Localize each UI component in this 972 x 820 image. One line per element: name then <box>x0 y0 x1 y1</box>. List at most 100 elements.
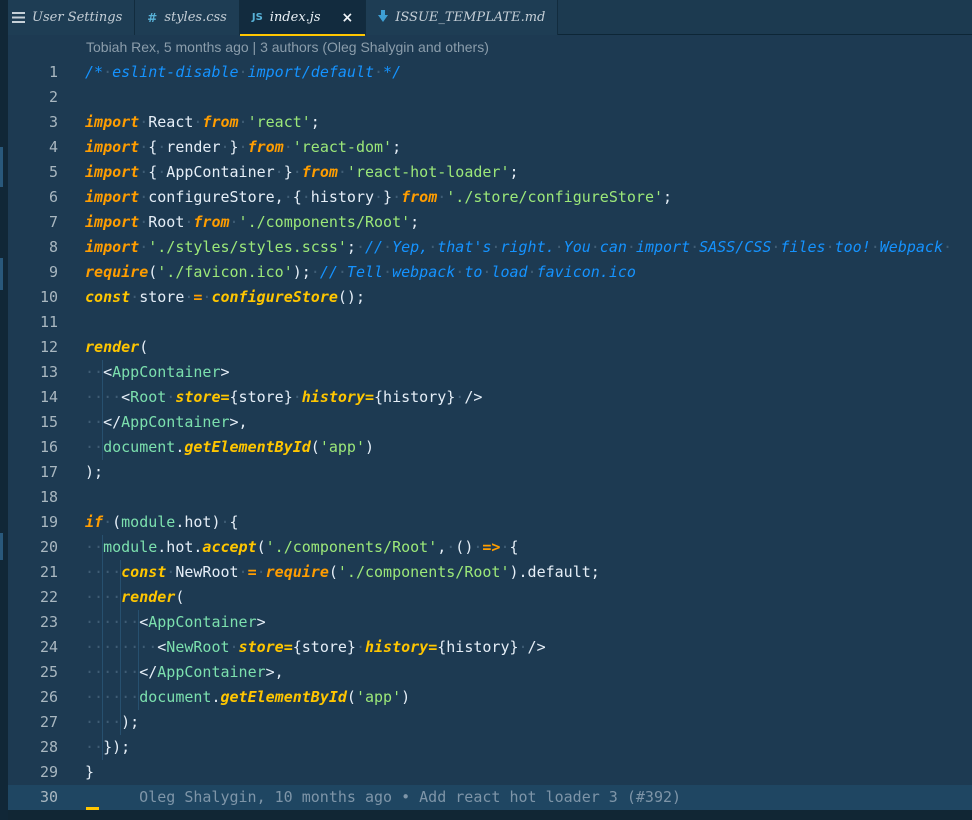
left-edge-strip <box>0 0 8 820</box>
line-number: 5 <box>8 160 58 185</box>
code-line-2[interactable]: 2 <box>8 85 972 110</box>
line-number: 2 <box>8 85 58 110</box>
line-number: 25 <box>8 660 58 685</box>
blame-annotation: Oleg Shalygin, 10 months ago • Add react… <box>85 788 681 806</box>
line-number: 21 <box>8 560 58 585</box>
code-text: ··</AppContainer>, <box>85 413 248 431</box>
code-text: ········<NewRoot·store={store}·history={… <box>85 638 546 656</box>
line-number: 1 <box>8 60 58 85</box>
tab-label: User Settings <box>32 10 122 25</box>
list-settings-icon <box>12 12 25 23</box>
code-editor-area[interactable]: 1/*·eslint-disable·import/default·*/23im… <box>8 60 972 810</box>
code-text: ··}); <box>85 738 130 756</box>
tab-label: styles.css <box>164 10 227 25</box>
line-number: 10 <box>8 285 58 310</box>
code-text: require('./favicon.ico');·//·Tell·webpac… <box>85 263 636 281</box>
line-number: 20 <box>8 535 58 560</box>
code-text: import·{·AppContainer·}·from·'react-hot-… <box>85 163 519 181</box>
code-text: if·(module.hot)·{ <box>85 513 239 531</box>
code-line-11[interactable]: 11 <box>8 310 972 335</box>
code-text: ··<AppContainer> <box>85 363 230 381</box>
code-text: ····); <box>85 713 139 731</box>
css-hash-icon: # <box>147 12 157 24</box>
code-line-8[interactable]: 8 import·'./styles/styles.scss';·//·Yep,·… <box>8 235 972 260</box>
code-line-24[interactable]: 24 ········<NewRoot·store={store}·history… <box>8 635 972 660</box>
code-line-30[interactable]: 30 Oleg Shalygin, 10 months ago • Add re… <box>8 785 972 810</box>
tab-user-settings[interactable]: User Settings <box>0 0 135 35</box>
code-line-5[interactable]: 5 import·{·AppContainer·}·from·'react-hot… <box>8 160 972 185</box>
line-number: 7 <box>8 210 58 235</box>
line-number: 9 <box>8 260 58 285</box>
code-line-1[interactable]: 1 /*·eslint-disable·import/default·*/ <box>8 60 972 85</box>
code-text: Oleg Shalygin, 10 months ago • Add react… <box>85 788 681 806</box>
code-line-9[interactable]: 9 require('./favicon.ico');·//·Tell·webpa… <box>8 260 972 285</box>
code-line-17[interactable]: 17); <box>8 460 972 485</box>
code-line-16[interactable]: 16··document.getElementById('app') <box>8 435 972 460</box>
bottom-strip <box>0 810 972 820</box>
code-text: ··module.hot.accept('./components/Root',… <box>85 538 519 556</box>
tab-issue-template-md[interactable]: ISSUE_TEMPLATE.md <box>366 0 558 35</box>
code-line-28[interactable]: 28 ··}); <box>8 735 972 760</box>
line-number: 29 <box>8 760 58 785</box>
close-icon[interactable]: × <box>342 10 354 26</box>
line-number: 26 <box>8 685 58 710</box>
code-line-15[interactable]: 15··</AppContainer>, <box>8 410 972 435</box>
code-line-13[interactable]: 13 ··<AppContainer> <box>8 360 972 385</box>
indent-guide <box>120 560 121 735</box>
code-text: ······document.getElementById('app') <box>85 688 410 706</box>
code-text: import·Root·from·'./components/Root'; <box>85 213 419 231</box>
code-line-26[interactable]: 26 ······document.getElementById('app') <box>8 685 972 710</box>
codelens-authors-link[interactable]: Tobiah Rex, 5 months ago | 3 authors (Ol… <box>86 35 489 60</box>
code-text: import·configureStore,·{·history·}·from·… <box>85 188 672 206</box>
code-line-14[interactable]: 14····<Root·store={store}·history={histo… <box>8 385 972 410</box>
code-line-18[interactable]: 18 <box>8 485 972 510</box>
line-number: 16 <box>8 435 58 460</box>
code-line-25[interactable]: 25 ······</AppContainer>, <box>8 660 972 685</box>
markdown-arrow-icon <box>378 15 388 27</box>
code-text: import·{·render·}·from·'react-dom'; <box>85 138 401 156</box>
code-text: } <box>85 763 94 781</box>
code-line-12[interactable]: 12 render( <box>8 335 972 360</box>
js-icon: JS <box>252 13 263 23</box>
line-number: 12 <box>8 335 58 360</box>
code-text: ····<Root·store={store}·history={history… <box>85 388 482 406</box>
code-line-20[interactable]: 20 ··module.hot.accept('./components/Root… <box>8 535 972 560</box>
code-line-10[interactable]: 10const·store·=·configureStore(); <box>8 285 972 310</box>
code-line-7[interactable]: 7 import·Root·from·'./components/Root'; <box>8 210 972 235</box>
left-strip-mark <box>0 258 3 290</box>
line-number: 30 <box>8 785 58 810</box>
line-number: 24 <box>8 635 58 660</box>
code-text: ); <box>85 463 103 481</box>
tab-index-js[interactable]: JS index.js × <box>240 0 366 35</box>
line-number: 19 <box>8 510 58 535</box>
line-number: 11 <box>8 310 58 335</box>
line-number: 23 <box>8 610 58 635</box>
code-line-3[interactable]: 3import·React·from·'react'; <box>8 110 972 135</box>
line-number: 3 <box>8 110 58 135</box>
code-text: ······<AppContainer> <box>85 613 266 631</box>
line-number: 13 <box>8 360 58 385</box>
editor-window: User Settings # styles.css JS index.js ×… <box>0 0 972 820</box>
code-line-22[interactable]: 22····render( <box>8 585 972 610</box>
tab-label: ISSUE_TEMPLATE.md <box>395 10 545 25</box>
code-text: /*·eslint-disable·import/default·*/ <box>85 63 401 81</box>
code-line-19[interactable]: 19 if·(module.hot)·{ <box>8 510 972 535</box>
code-text: ······</AppContainer>, <box>85 663 284 681</box>
line-number: 28 <box>8 735 58 760</box>
line-number: 17 <box>8 460 58 485</box>
code-line-23[interactable]: 23 ······<AppContainer> <box>8 610 972 635</box>
line-number: 27 <box>8 710 58 735</box>
code-line-6[interactable]: 6 import·configureStore,·{·history·}·from… <box>8 185 972 210</box>
tab-styles-css[interactable]: # styles.css <box>135 0 240 35</box>
line-number: 6 <box>8 185 58 210</box>
code-text: import·'./styles/styles.scss';·//·Yep,·t… <box>85 238 952 256</box>
code-line-21[interactable]: 21 ····const·NewRoot·=·require('./compone… <box>8 560 972 585</box>
code-text: ····const·NewRoot·=·require('./component… <box>85 563 600 581</box>
line-number: 8 <box>8 235 58 260</box>
code-line-27[interactable]: 27 ····); <box>8 710 972 735</box>
line-number: 4 <box>8 135 58 160</box>
code-text: render( <box>85 338 148 356</box>
code-line-29[interactable]: 29} <box>8 760 972 785</box>
indent-guide <box>102 535 103 760</box>
code-line-4[interactable]: 4 import·{·render·}·from·'react-dom'; <box>8 135 972 160</box>
